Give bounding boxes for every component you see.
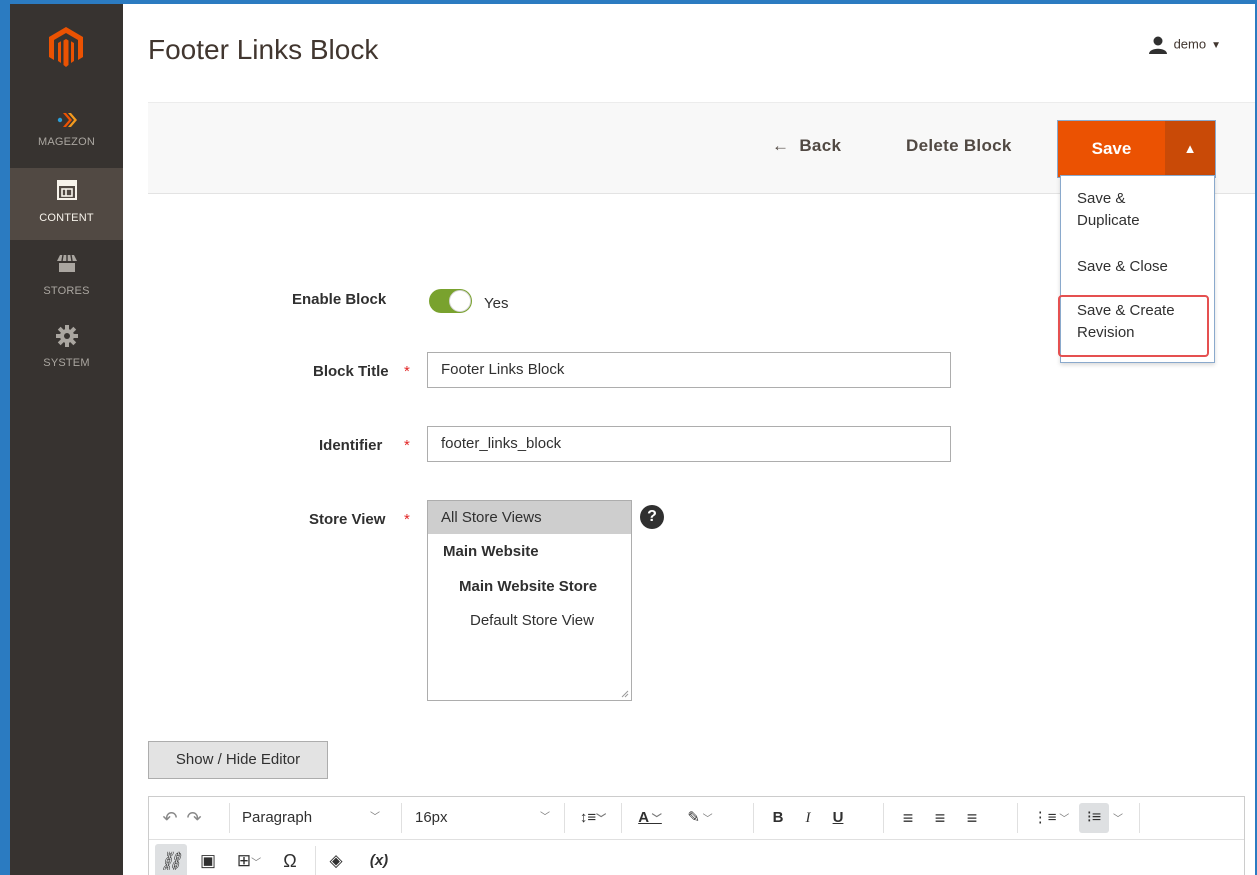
enable-block-label: Enable Block bbox=[292, 291, 387, 308]
required-asterisk: * bbox=[404, 437, 410, 454]
editor-toolbar-row-1: ↶ ↷ Paragraph ﹀ 16px ﹀ ↕≡﹀ A ﹀ ✎ ﹀ B I U… bbox=[149, 797, 1244, 840]
table-icon[interactable]: ⊞﹀ bbox=[229, 840, 269, 875]
chevron-down-icon: ﹀ bbox=[540, 812, 550, 823]
italic-icon[interactable]: I bbox=[797, 797, 819, 839]
content-icon bbox=[57, 180, 77, 200]
save-create-revision-option[interactable]: Save & Create Revision bbox=[1077, 300, 1197, 344]
chevron-down-icon: ﹀ bbox=[370, 812, 380, 823]
nav-label-magezon: MAGEZON bbox=[37, 136, 95, 148]
font-size-value: 16px bbox=[415, 809, 448, 826]
nav-item-content[interactable]: CONTENT bbox=[10, 168, 123, 240]
nav-label-stores: STORES bbox=[43, 285, 90, 297]
gear-icon bbox=[56, 325, 78, 347]
nav-item-system[interactable]: SYSTEM bbox=[10, 316, 123, 388]
bullet-list-dropdown[interactable]: ﹀ bbox=[1111, 797, 1125, 839]
wysiwyg-editor: ↶ ↷ Paragraph ﹀ 16px ﹀ ↕≡﹀ A ﹀ ✎ ﹀ B I U… bbox=[148, 796, 1245, 875]
link-icon[interactable]: ⛓ bbox=[155, 844, 187, 875]
user-name: demo bbox=[1173, 36, 1207, 52]
bullet-list-icon[interactable]: ⁝≡ bbox=[1079, 803, 1109, 833]
magento-logo-icon[interactable] bbox=[48, 26, 84, 68]
user-menu[interactable]: demo ▼ bbox=[1148, 36, 1221, 54]
align-left-icon[interactable]: ≡ bbox=[897, 797, 919, 839]
toolbar-divider bbox=[315, 846, 316, 875]
toolbar-divider bbox=[401, 803, 402, 833]
underline-icon[interactable]: U bbox=[827, 797, 849, 839]
insert-variable-icon[interactable]: (x) bbox=[361, 840, 397, 875]
chevron-down-icon: ▼ bbox=[1211, 40, 1221, 52]
back-button-label: Back bbox=[799, 136, 842, 155]
admin-sidebar: MAGEZON CONTENT STORES SYSTEM bbox=[10, 4, 123, 875]
save-button[interactable]: Save bbox=[1058, 121, 1165, 177]
save-split-button: Save ▲ bbox=[1057, 120, 1216, 178]
toolbar-divider bbox=[564, 803, 565, 833]
user-icon bbox=[1148, 36, 1167, 54]
magezon-icon bbox=[57, 113, 77, 127]
special-character-icon[interactable]: Ω bbox=[277, 840, 303, 875]
store-option-default-view[interactable]: Default Store View bbox=[428, 604, 631, 637]
resize-grip-icon[interactable] bbox=[621, 690, 629, 698]
toolbar-divider bbox=[1017, 803, 1018, 833]
toolbar-divider bbox=[229, 803, 230, 833]
align-right-icon[interactable]: ≡ bbox=[961, 797, 983, 839]
highlight-color-icon[interactable]: ✎ ﹀ bbox=[677, 797, 723, 839]
show-hide-editor-button[interactable]: Show / Hide Editor bbox=[148, 741, 328, 779]
block-title-input[interactable]: Footer Links Block bbox=[427, 352, 951, 388]
delete-block-button[interactable]: Delete Block bbox=[906, 136, 1012, 156]
page-title: Footer Links Block bbox=[148, 34, 379, 65]
enable-block-toggle[interactable] bbox=[429, 289, 472, 313]
enable-block-value: Yes bbox=[484, 295, 509, 312]
save-dropdown-menu: Save & Duplicate Save & Close Save & Cre… bbox=[1058, 175, 1215, 363]
align-center-icon[interactable]: ≡ bbox=[929, 797, 951, 839]
arrow-left-icon: ← bbox=[772, 136, 790, 155]
widget-icon[interactable]: ◈ bbox=[321, 840, 351, 875]
block-format-value: Paragraph bbox=[242, 809, 313, 826]
toggle-knob bbox=[449, 290, 471, 312]
toolbar-divider bbox=[753, 803, 754, 833]
store-option-main-website[interactable]: Main Website bbox=[428, 535, 631, 568]
numbered-list-icon[interactable]: ⋮≡ ﹀ bbox=[1029, 797, 1073, 839]
bold-icon[interactable]: B bbox=[767, 797, 789, 839]
help-icon[interactable]: ? bbox=[640, 505, 664, 529]
toolbar-divider bbox=[1139, 803, 1140, 833]
editor-toolbar-row-2: ⛓ ▣ ⊞﹀ Ω ◈ (x) bbox=[149, 840, 1244, 875]
back-button[interactable]: ← Back bbox=[772, 136, 841, 156]
identifier-label: Identifier bbox=[319, 437, 383, 454]
store-option-all[interactable]: All Store Views bbox=[428, 501, 631, 534]
nav-item-stores[interactable]: STORES bbox=[10, 244, 123, 316]
nav-label-system: SYSTEM bbox=[43, 357, 90, 369]
text-color-icon[interactable]: A ﹀ bbox=[629, 797, 671, 839]
font-size-select[interactable]: 16px ﹀ bbox=[415, 797, 565, 839]
toolbar-divider bbox=[621, 803, 622, 833]
caret-up-icon: ▲ bbox=[1183, 141, 1197, 156]
store-option-main-website-store[interactable]: Main Website Store bbox=[428, 570, 631, 603]
line-height-icon[interactable]: ↕≡﹀ bbox=[572, 797, 614, 839]
block-format-select[interactable]: Paragraph ﹀ bbox=[242, 797, 392, 839]
undo-icon[interactable]: ↶ bbox=[159, 797, 181, 839]
nav-item-magezon[interactable]: MAGEZON bbox=[10, 100, 123, 172]
image-icon[interactable]: ▣ bbox=[195, 840, 221, 875]
redo-icon[interactable]: ↷ bbox=[183, 797, 205, 839]
nav-label-content: CONTENT bbox=[39, 212, 94, 224]
block-title-label: Block Title bbox=[313, 363, 389, 380]
store-view-label: Store View bbox=[309, 511, 386, 528]
save-close-option[interactable]: Save & Close bbox=[1077, 256, 1168, 278]
required-asterisk: * bbox=[404, 511, 410, 528]
store-view-multiselect[interactable]: All Store Views Main Website Main Websit… bbox=[427, 500, 632, 701]
toolbar-divider bbox=[883, 803, 884, 833]
save-duplicate-option[interactable]: Save & Duplicate bbox=[1077, 188, 1187, 232]
stores-icon bbox=[57, 254, 77, 272]
admin-window: MAGEZON CONTENT STORES SYSTEM Footer Lin… bbox=[10, 4, 1255, 875]
required-asterisk: * bbox=[404, 363, 410, 380]
save-dropdown-toggle[interactable]: ▲ bbox=[1165, 121, 1215, 177]
identifier-input[interactable]: footer_links_block bbox=[427, 426, 951, 462]
